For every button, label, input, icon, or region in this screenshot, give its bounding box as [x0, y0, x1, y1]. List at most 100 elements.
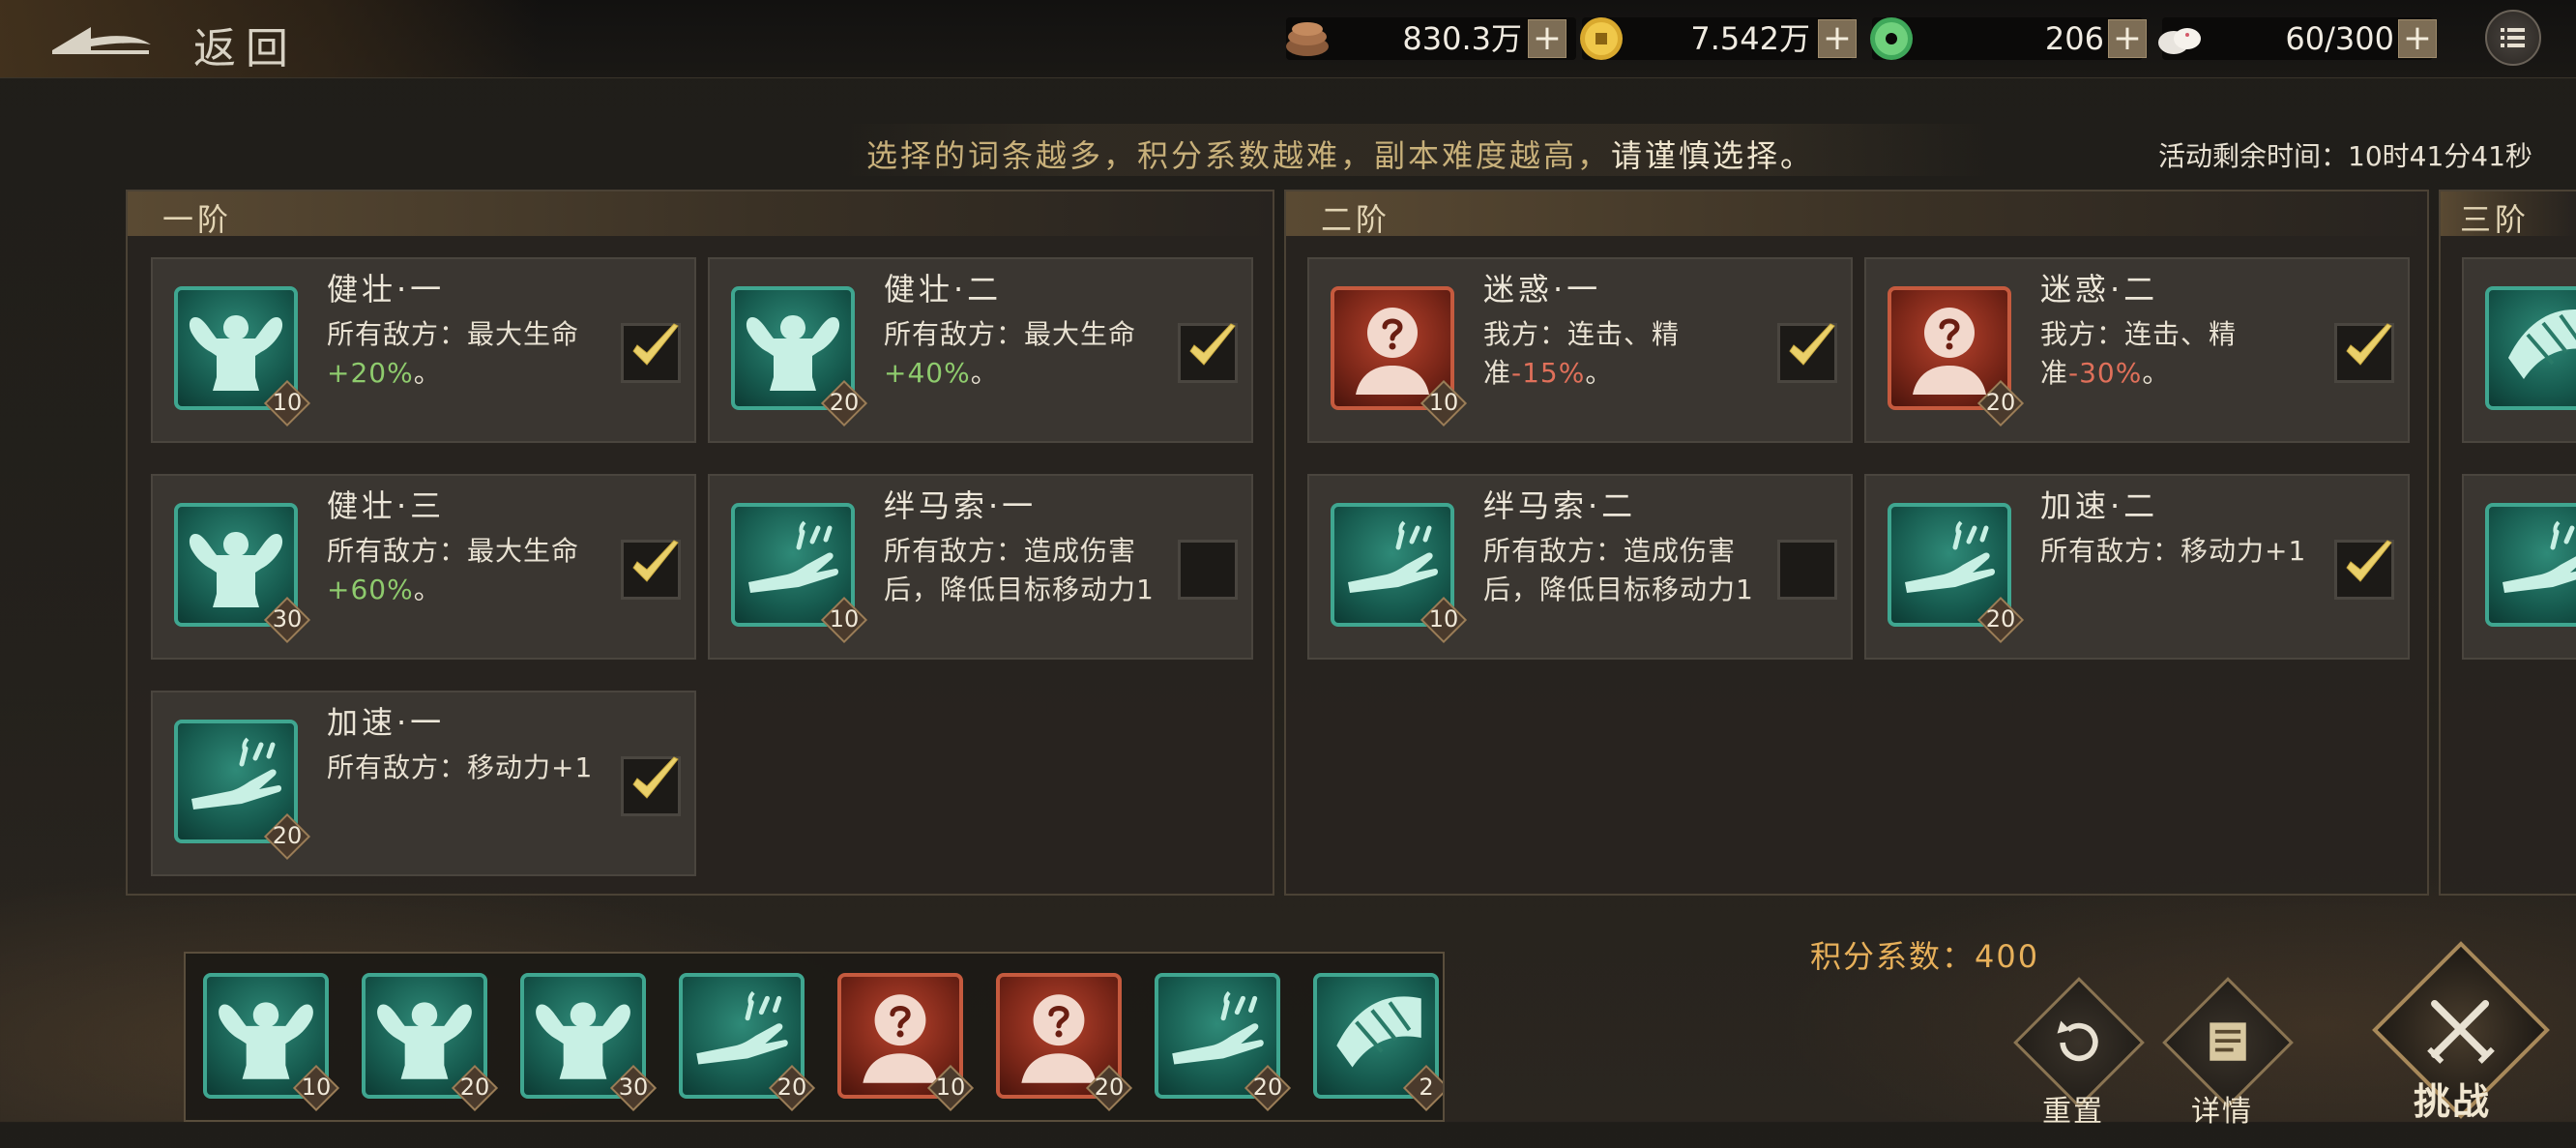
desc-text: 所有敌方：造成伤害后，降低目标移动力1 [1483, 535, 1754, 605]
select-checkbox[interactable] [1777, 540, 1837, 600]
select-checkbox[interactable] [1178, 323, 1238, 383]
modifier-card[interactable]: 10 绊马索·二 所有敌方：造成伤害后，降低目标移动力1 [1307, 474, 1853, 660]
select-checkbox[interactable] [1777, 323, 1837, 383]
add-jade-button[interactable]: + [2108, 19, 2147, 58]
level-value: 20 [272, 822, 303, 849]
selected-slot[interactable]: 30 [520, 973, 658, 1112]
modifier-card[interactable] [2462, 474, 2576, 660]
reset-label[interactable]: 重置 [2042, 1087, 2104, 1130]
card-description: 所有敌方：最大生命 +60%。 [327, 532, 607, 609]
selected-slot[interactable]: 20 [679, 973, 816, 1112]
selected-slot[interactable]: 2 [1313, 973, 1443, 1112]
card-icon [2485, 503, 2576, 627]
level-value: 10 [1428, 389, 1459, 416]
jade-value: 206 [2044, 20, 2104, 57]
copper-value: 830.3万 [1402, 20, 1522, 57]
back-arrow-icon[interactable] [43, 21, 159, 60]
bandaged-arm-icon [2506, 308, 2576, 381]
desc-text: 所有敌方：最大生命 [884, 318, 1137, 350]
modifier-card[interactable]: 20 迷惑·二 我方：连击、精准-30%。 [1864, 257, 2410, 443]
modifier-card[interactable]: 10 健壮·一 所有敌方：最大生命 +20%。 [151, 257, 696, 443]
desc-end: 。 [413, 574, 442, 605]
level-value: 10 [272, 389, 303, 416]
select-checkbox[interactable] [621, 323, 681, 383]
add-gold-button[interactable]: + [1818, 19, 1857, 58]
desc-value: -30% [2068, 357, 2143, 389]
selected-modifiers-tray: 10 20 30 20 10 20 20 2 [184, 952, 1445, 1122]
card-icon [2485, 286, 2576, 410]
tier-title: 二阶 [1321, 201, 1391, 238]
add-stamina-button[interactable]: + [2398, 19, 2437, 58]
desc-end: 。 [2142, 357, 2171, 389]
tier-title: 一阶 [162, 201, 233, 238]
modifier-card[interactable]: 10 绊马索·一 所有敌方：造成伤害后，降低目标移动力1 [708, 474, 1253, 660]
tier-panel-3: 三阶 [2439, 190, 2576, 896]
selected-slot[interactable]: 10 [203, 973, 340, 1112]
menu-button[interactable] [2485, 10, 2541, 66]
card-title: 加速·一 [327, 704, 446, 741]
card-title: 迷惑·二 [2040, 271, 2159, 308]
desc-end: 。 [413, 357, 442, 389]
modifier-card[interactable] [2462, 257, 2576, 443]
desc-text: 所有敌方：最大生命 [327, 318, 580, 350]
tier-header: 三阶 [2441, 191, 2576, 238]
level-value: 20 [1252, 1074, 1283, 1101]
card-description: 我方：连击、精准-15%。 [1483, 315, 1764, 393]
level-value: 10 [829, 605, 860, 633]
desc-value: +20% [327, 357, 414, 389]
modifier-card[interactable]: 10 迷惑·一 我方：连击、精准-15%。 [1307, 257, 1853, 443]
select-checkbox[interactable] [621, 540, 681, 600]
checkmark-icon [1789, 323, 1835, 366]
modifier-card[interactable]: 20 健壮·二 所有敌方：最大生命 +40%。 [708, 257, 1253, 443]
checkmark-icon [2346, 323, 2392, 366]
level-value: 20 [1985, 605, 2016, 633]
desc-value: -15% [1511, 357, 1586, 389]
selected-slot[interactable]: 20 [1155, 973, 1292, 1112]
tier-header: 二阶 [1286, 191, 2427, 238]
selected-slot[interactable]: 10 [837, 973, 975, 1112]
card-title: 健壮·一 [327, 271, 446, 308]
scroll-icon [2210, 1022, 2246, 1061]
list-icon[interactable] [2485, 10, 2541, 66]
select-checkbox[interactable] [2334, 323, 2394, 383]
details-label[interactable]: 详情 [2191, 1087, 2253, 1130]
add-copper-button[interactable]: + [1528, 19, 1566, 58]
selected-slot[interactable]: 20 [362, 973, 499, 1112]
checkmark-icon [2346, 540, 2392, 582]
level-value: 20 [1094, 1074, 1125, 1101]
desc-end: 。 [970, 357, 999, 389]
modifier-card[interactable]: 20 加速·二 所有敌方：移动力+1 [1864, 474, 2410, 660]
select-checkbox[interactable] [1178, 540, 1238, 600]
selected-slot[interactable]: 20 [996, 973, 1133, 1112]
card-title: 加速·二 [2040, 487, 2159, 524]
tier-title: 三阶 [2460, 201, 2531, 238]
card-description: 所有敌方：最大生命 +40%。 [884, 315, 1164, 393]
checkmark-icon [632, 323, 679, 366]
card-description: 所有敌方：最大生命 +20%。 [327, 315, 607, 393]
tier-panel-2: 二阶 10 迷惑·一 我方：连击、精准-15%。 20 迷惑·二 我方：连击、精… [1284, 190, 2429, 896]
score-coefficient: 积分系数：400 [1810, 932, 2039, 977]
card-title: 迷惑·一 [1483, 271, 1602, 308]
level-value: 20 [459, 1074, 490, 1101]
top-bar: 返回 830.3万 + 7.542万 + 206 + 60/300 + [0, 0, 2576, 78]
select-checkbox[interactable] [2334, 540, 2394, 600]
checkmark-icon [1189, 323, 1236, 366]
level-value: 20 [1985, 389, 2016, 416]
desc-value: +60% [327, 574, 414, 605]
modifier-card[interactable]: 30 健壮·三 所有敌方：最大生命 +60%。 [151, 474, 696, 660]
level-value: 20 [829, 389, 860, 416]
level-value: 30 [272, 605, 303, 633]
card-description: 所有敌方：移动力+1 [327, 749, 607, 787]
back-button[interactable]: 返回 [0, 0, 542, 77]
checkmark-icon [632, 540, 679, 582]
card-description: 所有敌方：造成伤害后，降低目标移动力1 [1483, 532, 1764, 609]
modifier-card[interactable]: 20 加速·一 所有敌方：移动力+1 [151, 691, 696, 876]
select-checkbox[interactable] [621, 756, 681, 816]
challenge-label[interactable]: 挑战 [2414, 1072, 2491, 1125]
steamed-bun-icon [2158, 28, 2201, 54]
back-label[interactable]: 返回 [193, 14, 298, 75]
card-title: 健壮·二 [884, 271, 1003, 308]
reset-icon [2057, 1020, 2098, 1062]
selection-hint: 选择的词条越多，积分系数越难，副本难度越高，请谨慎选择。 [866, 132, 1814, 176]
copper-ingots-icon [1286, 22, 1329, 56]
